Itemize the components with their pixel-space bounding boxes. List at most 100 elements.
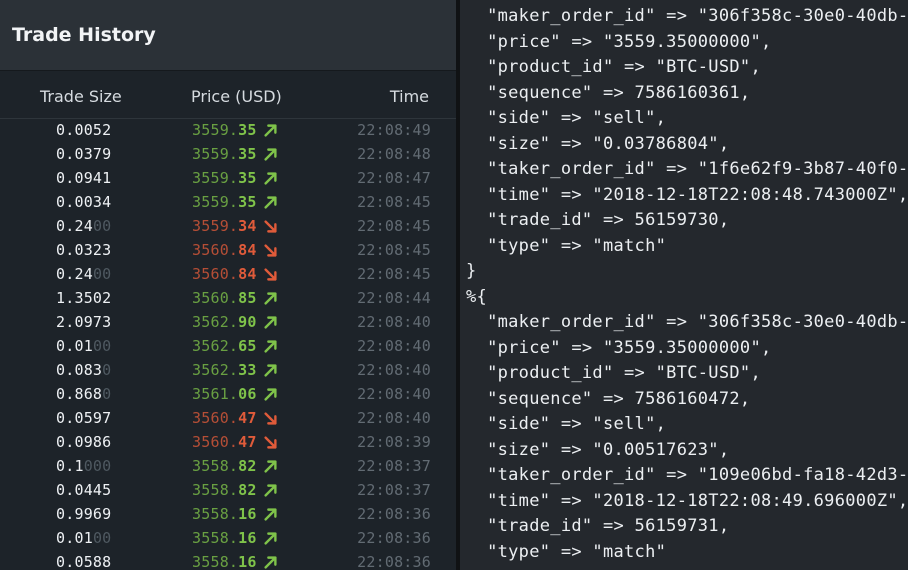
trade-size-padding: 00 [92,265,112,283]
trade-price-leading: 3558. [192,505,239,523]
trade-price: 3560.47 [192,409,257,427]
arrow-up-right-icon [264,460,277,473]
trade-size-value: 0.0034 [56,193,112,211]
trade-price-leading: 3562. [192,337,239,355]
trade-price-leading: 3560. [192,289,239,307]
trade-row: 1.3502 3560.85 22:08:44 [0,286,456,310]
trade-size: 2.0973 [56,313,111,331]
trade-price-leading: 3558. [192,553,239,570]
trade-price: 3559.35 [192,193,257,211]
trade-price: 3560.47 [192,433,257,451]
arrow-down-right-icon [264,436,277,449]
trade-size: 0.1000 [56,457,111,475]
arrow-up-right-icon [264,316,277,329]
trade-time: 22:08:40 [357,409,431,427]
terminal-line: "sequence" => 7586160472, [466,388,751,409]
terminal-line: "taker_order_id" => "1f6e62f9-3b87-40f0- [466,159,908,179]
trade-size: 0.9969 [56,505,111,523]
trade-time: 22:08:39 [357,433,431,451]
trade-size-value: 0.9969 [56,505,112,523]
trade-price: 3560.84 [192,241,257,259]
trade-price-cents: 47 [238,409,257,427]
column-header-trade-size: Trade Size [40,87,122,106]
arrow-up-right-icon [264,556,277,569]
trade-time: 22:08:48 [357,145,431,163]
arrow-up-right-icon [264,364,277,377]
trade-size-value: 2.0973 [56,313,112,331]
arrow-up-right-icon [264,292,277,305]
trade-price: 3559.35 [192,169,257,187]
trade-time: 22:08:40 [357,361,431,379]
trade-price-leading: 3559. [192,193,239,211]
trade-price-cents: 85 [238,289,257,307]
trade-size-padding: 0 [102,361,112,379]
arrow-up-right-icon [264,172,277,185]
trade-row: 0.0588 3558.16 22:08:36 [0,550,456,570]
terminal-line: "size" => "0.00517623", [466,439,730,460]
trade-time: 22:08:36 [357,553,431,570]
trade-price: 3562.33 [192,361,257,379]
trade-size-value: 0.0323 [56,241,112,259]
trade-size-padding: 00 [92,529,112,547]
trade-size: 0.2400 [56,217,111,235]
trade-time: 22:08:45 [357,241,431,259]
trade-price-cents: 47 [238,433,257,451]
trade-size: 0.0445 [56,481,111,499]
trade-price-cents: 34 [238,217,257,235]
trade-row: 0.0830 3562.33 22:08:40 [0,358,456,382]
trade-price: 3558.16 [192,529,257,547]
terminal-line: "product_id" => "BTC-USD", [466,363,761,383]
trade-row: 0.0052 3559.35 22:08:49 [0,118,456,142]
trade-price: 3558.82 [192,481,257,499]
arrow-up-right-icon [264,388,277,401]
trade-time: 22:08:45 [357,217,431,235]
terminal-line: "time" => "2018-12-18T22:08:48.743000Z", [466,184,908,205]
trade-size-value: 0.24 [56,217,93,235]
column-header-row: Trade Size Price (USD) Time [0,72,456,119]
trade-row: 0.0445 3558.82 22:08:37 [0,478,456,502]
trade-size: 0.0941 [56,169,111,187]
terminal-line: "trade_id" => 56159730, [466,210,730,230]
trade-price-cents: 35 [238,193,257,211]
trade-price-cents: 35 [238,121,257,139]
trade-price: 3560.85 [192,289,257,307]
trade-row: 0.0597 3560.47 22:08:40 [0,406,456,430]
trade-time: 22:08:36 [357,529,431,547]
trade-size: 0.0588 [56,553,111,570]
trade-size-value: 0.0445 [56,481,112,499]
trade-price: 3562.90 [192,313,257,331]
trade-time: 22:08:44 [357,289,431,307]
terminal-line: "type" => "match" [466,541,667,562]
trade-row: 0.0941 3559.35 22:08:47 [0,166,456,190]
trade-price-cents: 65 [238,337,257,355]
trade-price-cents: 84 [238,265,257,283]
terminal-line: "price" => "3559.35000000", [466,337,772,358]
trade-time: 22:08:40 [357,385,431,403]
trade-row: 0.0100 3558.16 22:08:36 [0,526,456,550]
trade-price-leading: 3562. [192,361,239,379]
trade-size-value: 0.0941 [56,169,112,187]
trade-size: 0.0830 [56,361,111,379]
trade-row: 0.0100 3562.65 22:08:40 [0,334,456,358]
trade-size-value: 0.24 [56,265,93,283]
trade-size: 0.0034 [56,193,111,211]
arrow-up-right-icon [264,340,277,353]
trade-price-leading: 3558. [192,529,239,547]
trade-time: 22:08:45 [357,265,431,283]
trade-size-value: 0.0588 [56,553,112,570]
terminal-pane[interactable]: "maker_order_id" => "306f358c-30e0-40db-… [460,0,908,570]
trade-price: 3559.35 [192,145,257,163]
terminal-line: "product_id" => "BTC-USD", [466,57,761,77]
trade-time: 22:08:40 [357,337,431,355]
trade-price: 3559.34 [192,217,257,235]
trade-price-cents: 35 [238,169,257,187]
arrow-up-right-icon [264,532,277,545]
trade-size-value: 0.868 [56,385,103,403]
panel-title: Trade History [12,24,156,46]
trade-size-value: 0.0597 [56,409,112,427]
terminal-line: "taker_order_id" => "109e06bd-fa18-42d3- [466,465,908,485]
terminal-line: "side" => "sell", [466,414,667,434]
trade-row: 0.8680 3561.06 22:08:40 [0,382,456,406]
trade-size: 0.0100 [56,529,111,547]
terminal-line: "maker_order_id" => "306f358c-30e0-40db- [466,6,908,26]
